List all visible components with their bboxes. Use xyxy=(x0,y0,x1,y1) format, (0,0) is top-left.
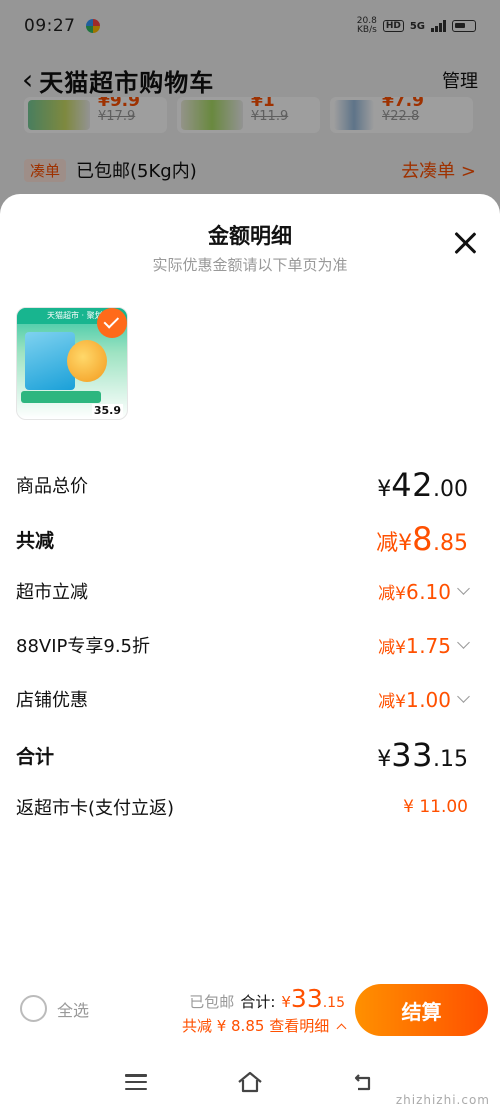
back-icon[interactable] xyxy=(353,1072,375,1092)
free-shipping-label: 已包邮 xyxy=(189,993,235,1011)
discount-summary[interactable]: 共减 ¥ 8.85 查看明细 xyxy=(181,1015,347,1036)
total-label: 合计: xyxy=(240,993,276,1011)
chevron-down-icon[interactable] xyxy=(457,635,470,649)
sheet-title: 金额明细 xyxy=(208,224,292,248)
row-label: 店铺优惠 xyxy=(16,690,88,711)
chevron-down-icon[interactable] xyxy=(457,689,470,703)
menu-icon[interactable] xyxy=(124,1074,147,1090)
close-icon[interactable] xyxy=(452,230,478,256)
row-label: 共减 xyxy=(16,529,55,552)
detail-row-total-discount: 共减 减 ¥ 8 .85 xyxy=(16,520,468,558)
amount-detail-sheet: 金额明细 实际优惠金额请以下单页为准 天猫超市 · 聚划算 35.9 商品总价 … xyxy=(0,194,500,1111)
total-amount: ¥ 33 .15 xyxy=(281,984,345,1013)
select-all-label: 全选 xyxy=(57,1000,90,1020)
row-amount: 减 ¥ 1 .75 xyxy=(378,633,470,658)
row-amount: 减 ¥ 8 .85 xyxy=(376,520,468,558)
chevron-up-icon xyxy=(336,1023,347,1034)
check-icon xyxy=(97,308,127,338)
row-amount: 减 ¥ 6 .10 xyxy=(378,579,470,604)
detail-row-total: 合计 ¥ 33 .15 xyxy=(16,736,468,774)
watermark: zhizhizhi.com xyxy=(395,1093,490,1107)
chevron-down-icon[interactable] xyxy=(457,581,470,595)
row-amount: 减 ¥ 1 .00 xyxy=(378,687,470,712)
row-label: 返超市卡(支付立返) xyxy=(16,798,175,819)
row-amount: ¥ 33 .15 xyxy=(377,736,468,774)
select-all[interactable]: 全选 xyxy=(20,995,89,1022)
row-label: 超市立减 xyxy=(16,582,88,603)
checkout-button[interactable]: 结算 xyxy=(355,984,488,1036)
row-label: 商品总价 xyxy=(16,476,88,497)
select-all-radio[interactable] xyxy=(20,995,47,1022)
detail-row-store-discount[interactable]: 店铺优惠 减 ¥ 1 .00 xyxy=(16,686,470,712)
view-detail-link[interactable]: 查看明细 xyxy=(269,1017,329,1035)
detail-row-supermarket-discount[interactable]: 超市立减 减 ¥ 6 .10 xyxy=(16,578,470,604)
order-summary: 已包邮 合计: ¥ 33 .15 共减 ¥ 8.85 查看明细 xyxy=(181,984,347,1036)
sheet-subtitle: 实际优惠金额请以下单页为准 xyxy=(152,256,348,274)
row-label: 合计 xyxy=(16,745,55,768)
row-label: 88VIP专享9.5折 xyxy=(16,636,151,657)
detail-row-cashback: 返超市卡(支付立返) ¥ 11.00 xyxy=(16,794,468,820)
home-icon[interactable] xyxy=(236,1071,264,1093)
detail-row-vip-discount[interactable]: 88VIP专享9.5折 减 ¥ 1 .75 xyxy=(16,632,470,658)
cashback-amount: ¥ 11.00 xyxy=(403,797,468,817)
product-image[interactable]: 天猫超市 · 聚划算 35.9 xyxy=(16,307,128,420)
detail-row-subtotal: 商品总价 ¥ 42 .00 xyxy=(16,466,468,504)
row-amount: ¥ 42 .00 xyxy=(377,466,468,504)
product-image-price: 35.9 xyxy=(91,404,123,417)
discount-text: 共减 ¥ 8.85 xyxy=(181,1017,265,1035)
